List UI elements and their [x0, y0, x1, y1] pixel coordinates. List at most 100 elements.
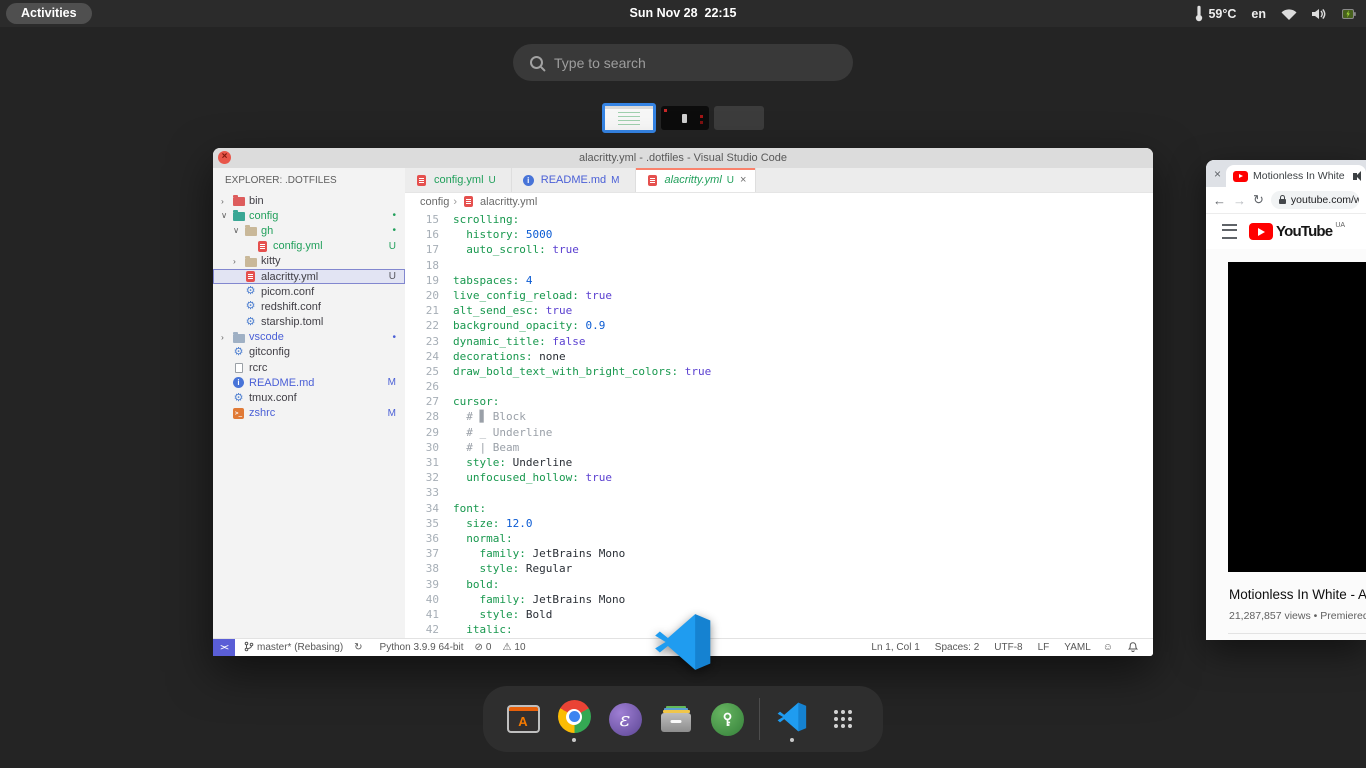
tree-item[interactable]: ⚙ gitconfig: [213, 345, 405, 360]
window-close-button[interactable]: ×: [218, 151, 231, 164]
line-number: 15: [405, 212, 439, 227]
tab-git-badge: U: [489, 175, 496, 186]
dock-item[interactable]: ε: [606, 695, 644, 743]
editor-tab[interactable]: config.yml U: [405, 168, 512, 192]
code-line: 18: [405, 258, 1153, 273]
back-button[interactable]: ←: [1213, 193, 1226, 208]
status-item[interactable]: UTF-8: [991, 642, 1022, 653]
dock-item[interactable]: [708, 695, 746, 743]
code-line: 16 history: 5000: [405, 227, 1153, 242]
tab-close-button[interactable]: ×: [740, 174, 746, 186]
tree-item[interactable]: ⚙ picom.conf: [213, 284, 405, 299]
dock-item[interactable]: [773, 695, 811, 743]
tree-item[interactable]: rcrc: [213, 360, 405, 375]
tree-item[interactable]: ⚙ redshift.conf: [213, 299, 405, 314]
forward-button[interactable]: →: [1233, 193, 1246, 208]
tree-chevron-icon: ›: [233, 256, 243, 266]
file-name: bin: [249, 195, 264, 207]
status-item[interactable]: YAML: [1061, 642, 1091, 653]
address-bar[interactable]: youtube.com/wa: [1271, 191, 1359, 209]
code-line: 33: [405, 485, 1153, 500]
yaml-file-icon: [461, 196, 476, 207]
app-grid-button[interactable]: [824, 695, 862, 743]
activities-button[interactable]: Activities: [6, 3, 92, 24]
youtube-logo[interactable]: YouTube UA: [1249, 223, 1345, 240]
tree-item[interactable]: config.yml U: [213, 239, 405, 254]
status-item[interactable]: ☺: [1103, 642, 1116, 653]
file-name: picom.conf: [261, 286, 314, 298]
status-item[interactable]: master* (Rebasing): [244, 641, 343, 655]
chrome-window[interactable]: × Motionless In White - A ← → ↻ youtube.…: [1206, 160, 1366, 640]
tree-item[interactable]: >_ zshrc M: [213, 406, 405, 421]
tree-item[interactable]: i README.md M: [213, 375, 405, 390]
tree-item[interactable]: ∨ gh •: [213, 223, 405, 238]
tree-item[interactable]: ⚙ tmux.conf: [213, 390, 405, 405]
editor-tab[interactable]: i README.md M: [512, 168, 636, 192]
status-item[interactable]: [1128, 641, 1141, 655]
workspace-thumbnail-empty[interactable]: [714, 106, 764, 130]
url-text: youtube.com/wa: [1291, 194, 1359, 206]
line-number: 25: [405, 364, 439, 379]
tree-item[interactable]: › bin: [213, 193, 405, 208]
keyboard-layout[interactable]: en: [1251, 7, 1266, 21]
code-line: 26: [405, 379, 1153, 394]
line-number: 22: [405, 318, 439, 333]
tree-item[interactable]: › vscode •: [213, 330, 405, 345]
status-item[interactable]: Spaces: 2: [932, 642, 979, 653]
file-name: alacritty.yml: [261, 271, 318, 283]
system-tray[interactable]: 59°C en: [1194, 0, 1356, 27]
status-item[interactable]: LF: [1035, 642, 1050, 653]
temperature-indicator[interactable]: 59°C: [1194, 5, 1236, 22]
dock-item[interactable]: [555, 695, 593, 743]
yaml-icon: [414, 175, 429, 186]
alacritty-icon: A: [507, 705, 540, 733]
line-number: 40: [405, 592, 439, 607]
code-line: 21 alt_send_esc: true: [405, 303, 1153, 318]
tree-item[interactable]: ⚙ starship.toml: [213, 315, 405, 330]
breadcrumb-file[interactable]: alacritty.yml: [480, 196, 537, 208]
line-number: 17: [405, 242, 439, 257]
tree-item[interactable]: › kitty: [213, 254, 405, 269]
vscode-window[interactable]: × alacritty.yml - .dotfiles - Visual Stu…: [213, 148, 1153, 656]
search-bar[interactable]: Type to search: [513, 44, 853, 81]
status-item[interactable]: ↻: [354, 642, 365, 653]
youtube-favicon: [1233, 171, 1248, 182]
vscode-titlebar[interactable]: × alacritty.yml - .dotfiles - Visual Stu…: [213, 148, 1153, 168]
code-editor[interactable]: 15 scrolling: 16 history: 5000 17 auto_s…: [405, 210, 1153, 638]
status-item[interactable]: ⊘0: [475, 642, 492, 653]
code-line: 15 scrolling:: [405, 212, 1153, 227]
status-item[interactable]: Python 3.9.9 64-bit: [377, 642, 464, 653]
tree-item[interactable]: alacritty.yml U: [213, 269, 405, 284]
youtube-header: YouTube UA: [1206, 214, 1366, 249]
divider: [1228, 633, 1366, 634]
line-number: 31: [405, 455, 439, 470]
folder-icon: [243, 256, 258, 267]
breadcrumb[interactable]: config alacritty.yml: [405, 193, 1153, 210]
file-name: zshrc: [249, 407, 275, 419]
status-item[interactable]: ⚠10: [502, 642, 525, 653]
file-name: gitconfig: [249, 346, 290, 358]
remote-indicator[interactable]: ><: [213, 639, 235, 656]
dock-item[interactable]: A: [504, 695, 542, 743]
browser-tab[interactable]: Motionless In White - A: [1226, 165, 1366, 187]
line-number: 37: [405, 546, 439, 561]
git-status-badge: M: [388, 377, 396, 388]
tab-close-button[interactable]: ×: [1214, 167, 1221, 181]
tree-item[interactable]: ∨ config •: [213, 208, 405, 223]
git-status-badge: M: [388, 408, 396, 419]
dock-item[interactable]: [657, 695, 695, 743]
reload-button[interactable]: ↻: [1253, 192, 1264, 208]
line-number: 34: [405, 501, 439, 516]
chrome-icon: [558, 700, 591, 738]
editor-tab[interactable]: alacritty.yml U ×: [636, 168, 757, 192]
clock[interactable]: Sun Nov 28 22:15: [630, 0, 737, 27]
breadcrumb-folder[interactable]: config: [420, 196, 449, 208]
workspace-thumbnail-active[interactable]: [602, 103, 656, 133]
code-line: 31 style: Underline: [405, 455, 1153, 470]
status-item[interactable]: Ln 1, Col 1: [868, 642, 919, 653]
video-player[interactable]: [1228, 262, 1366, 572]
yaml-icon: [243, 271, 258, 282]
tab-audio-icon[interactable]: [1353, 173, 1357, 180]
workspace-thumbnail[interactable]: [661, 106, 709, 130]
menu-icon[interactable]: [1222, 224, 1237, 239]
